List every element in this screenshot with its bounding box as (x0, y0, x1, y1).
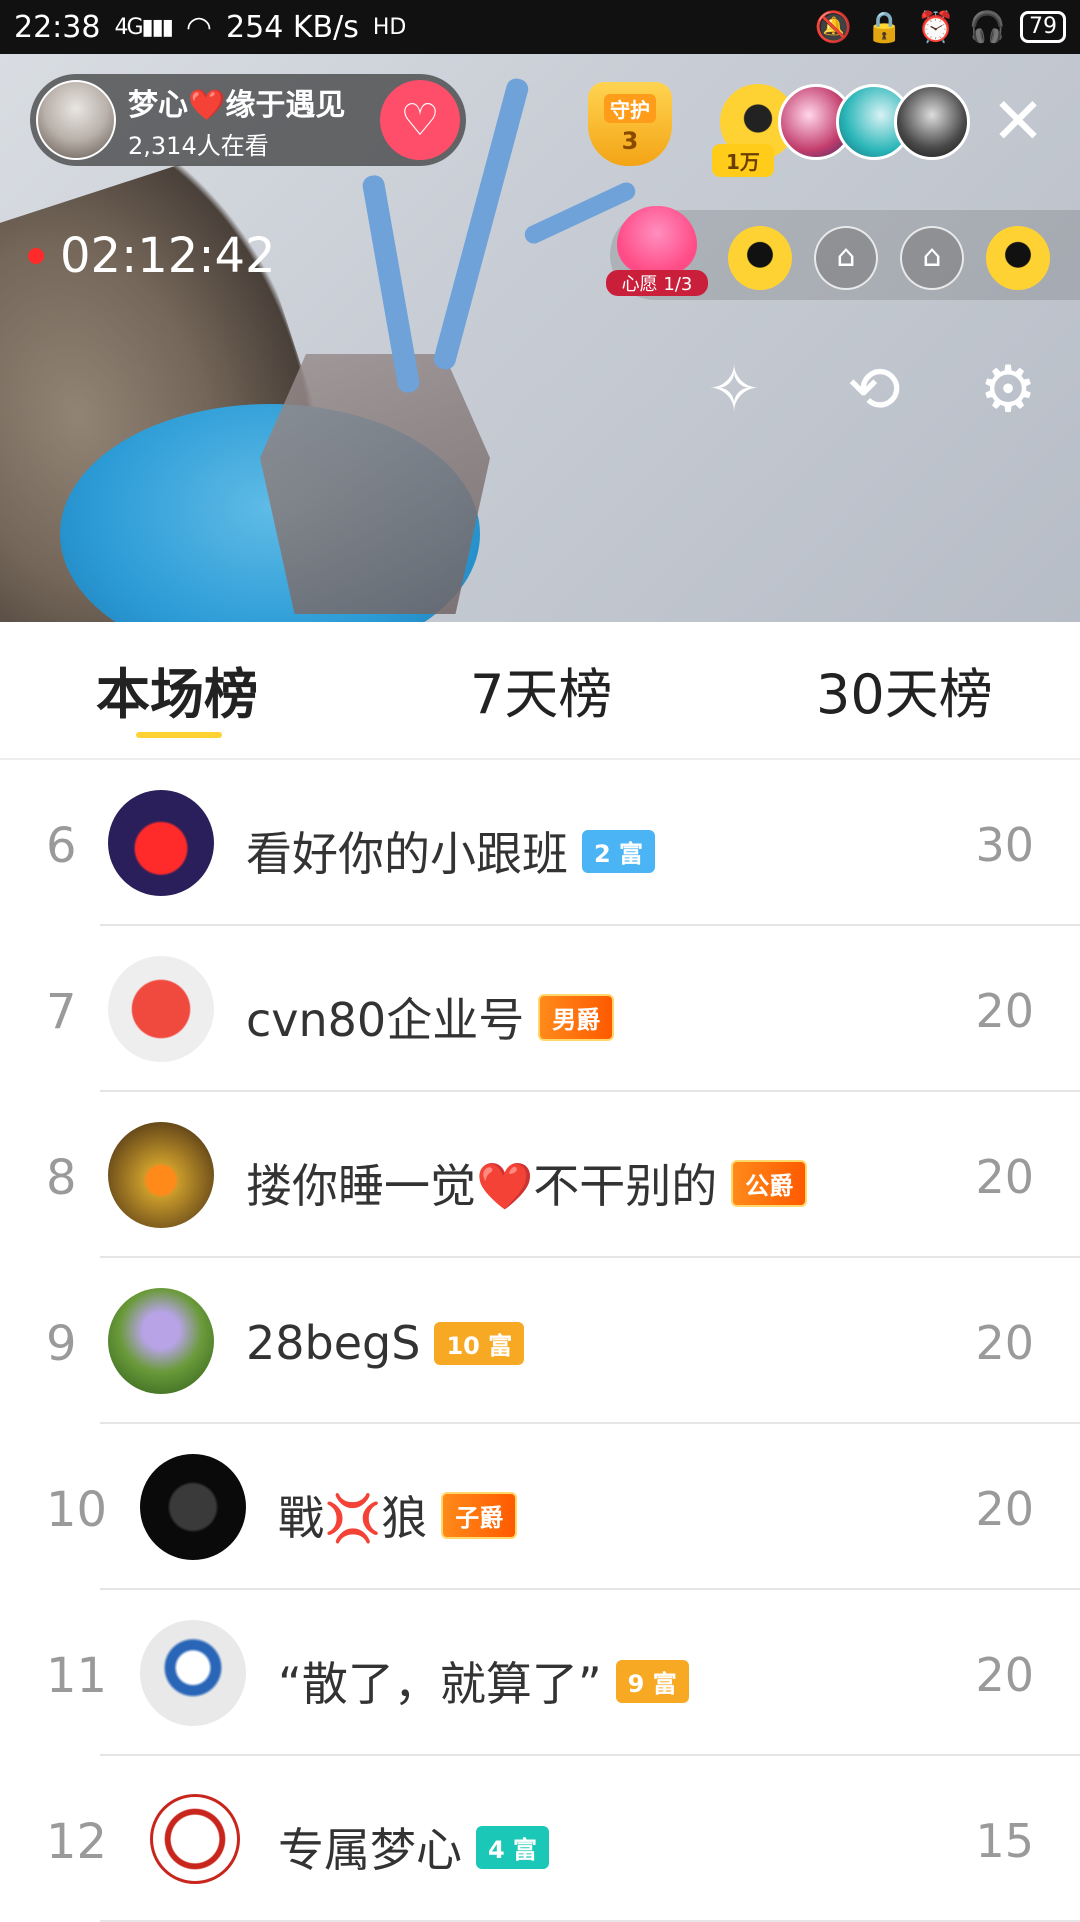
list-item[interactable]: 10 戰💢狼 子爵 20 (0, 1424, 1080, 1590)
rich-badge: 10 富 (434, 1321, 525, 1365)
rich-badge: 4 富 (476, 1825, 550, 1869)
score: 20 (975, 1482, 1034, 1536)
magic-wand-icon[interactable]: ✧ (696, 352, 772, 428)
score: 30 (975, 818, 1034, 872)
user-name: 看好你的小跟班 (246, 827, 568, 881)
rich-badge: 9 富 (615, 1659, 689, 1703)
score: 20 (975, 1150, 1034, 1204)
top-user-tag: 1万 (712, 144, 774, 177)
rich-badge: 2 富 (582, 829, 656, 873)
list-item[interactable]: 9 28begS 10 富 20 (0, 1258, 1080, 1424)
score: 20 (975, 1648, 1034, 1702)
heart-icon (617, 206, 697, 274)
signal-icon: 4G▮▮▮ (114, 14, 173, 40)
avatar[interactable] (108, 1122, 214, 1228)
user-name-line: 看好你的小跟班 2 富 (246, 818, 656, 884)
score: 20 (975, 984, 1034, 1038)
headphones-icon: 🎧 (968, 9, 1006, 45)
status-time: 22:38 (14, 9, 101, 45)
network-speed: 254 KB/s (226, 9, 359, 45)
list-item[interactable]: 11 “散了，就算了” 9 富 20 (0, 1590, 1080, 1756)
user-name: 戰💢狼 (278, 1491, 428, 1545)
user-name-line: “散了，就算了” 9 富 (278, 1648, 689, 1714)
user-name: 28begS (246, 1316, 421, 1370)
anchor-name: 梦心❤️缘于遇见 (128, 87, 346, 123)
user-name-line: 28begS 10 富 (246, 1316, 525, 1370)
timer-text: 02:12:42 (60, 228, 276, 284)
heart-plus-icon: ♡ (400, 94, 440, 146)
anchor-avatar[interactable] (36, 80, 116, 160)
user-name-line: cvn80企业号 男爵 (246, 984, 615, 1050)
list-item[interactable]: 6 看好你的小跟班 2 富 30 (0, 760, 1080, 926)
live-video[interactable]: 梦心❤️缘于遇见 2,314人在看 ♡ 守护 3 1万 ✕ 02:12:42 心… (0, 54, 1080, 622)
rank-number: 6 (46, 818, 77, 874)
avatar[interactable] (108, 956, 214, 1062)
user-name-line: 专属梦心 4 富 (278, 1814, 550, 1880)
user-name-line: 戰💢狼 子爵 (278, 1482, 518, 1548)
seat-user-avatar[interactable] (728, 226, 792, 290)
tab-current[interactable]: 本场榜 (96, 650, 258, 729)
sofa-icon[interactable]: ⌂ (900, 226, 964, 290)
noble-badge: 公爵 (731, 1159, 808, 1207)
wish-button[interactable]: 心愿 1/3 (606, 206, 708, 296)
user-name: “散了，就算了” (278, 1657, 602, 1711)
alarm-icon: ⏰ (917, 9, 955, 45)
battery-icon: 79 (1020, 11, 1066, 43)
avatar[interactable] (150, 1794, 240, 1884)
live-timer: 02:12:42 (28, 228, 276, 284)
user-name: cvn80企业号 (246, 993, 525, 1047)
wifi-icon: ◠ (185, 9, 213, 45)
rank-number: 8 (46, 1150, 77, 1206)
avatar[interactable] (140, 1454, 246, 1560)
noble-badge: 男爵 (538, 993, 615, 1041)
gear-icon[interactable]: ⚙ (970, 352, 1046, 428)
rank-number: 12 (46, 1814, 108, 1870)
rank-number: 11 (46, 1648, 108, 1704)
tab-7-days[interactable]: 7天榜 (470, 650, 612, 729)
user-name-line: 搂你睡一觉❤️不干别的 公爵 (246, 1150, 808, 1216)
guard-label: 守护 (604, 93, 656, 123)
list-item[interactable]: 8 搂你睡一觉❤️不干别的 公爵 20 (0, 1092, 1080, 1258)
tab-30-days[interactable]: 30天榜 (816, 650, 993, 729)
avatar[interactable] (140, 1620, 246, 1726)
status-bar: 22:38 4G▮▮▮ ◠ 254 KB/s HD 🔕 🔒 ⏰ 🎧 79 (0, 0, 1080, 54)
close-icon: ✕ (991, 85, 1045, 159)
sofa-icon[interactable]: ⌂ (814, 226, 878, 290)
user-name: 专属梦心 (278, 1823, 462, 1877)
tab-indicator (136, 732, 222, 738)
lock-icon: 🔒 (865, 9, 904, 45)
guard-count: 3 (621, 126, 639, 155)
noble-badge: 子爵 (441, 1491, 518, 1539)
score: 15 (975, 1814, 1034, 1868)
video-deer (260, 354, 490, 614)
camera-switch-icon[interactable]: ⟲ (836, 352, 912, 428)
seat-user-avatar[interactable] (986, 226, 1050, 290)
score: 20 (975, 1316, 1034, 1370)
rank-number: 10 (46, 1482, 108, 1538)
rank-number: 9 (46, 1316, 77, 1372)
guard-badge[interactable]: 守护 3 (584, 82, 676, 170)
follow-button[interactable]: ♡ (380, 80, 460, 160)
list-item[interactable]: 12 专属梦心 4 富 15 (0, 1756, 1080, 1922)
wish-label: 心愿 1/3 (606, 270, 708, 296)
viewer-count: 2,314人在看 (128, 131, 269, 160)
live-dot (28, 248, 44, 264)
close-button[interactable]: ✕ (988, 90, 1048, 154)
user-name: 搂你睡一觉❤️不干别的 (246, 1159, 718, 1213)
rank-number: 7 (46, 984, 77, 1040)
top-user-avatar[interactable] (894, 84, 970, 160)
list-item[interactable]: 7 cvn80企业号 男爵 20 (0, 926, 1080, 1092)
anchor-info-pill[interactable]: 梦心❤️缘于遇见 2,314人在看 ♡ (30, 74, 466, 166)
mute-icon: 🔕 (814, 9, 852, 45)
ranking-tabs: 本场榜 7天榜 30天榜 (0, 622, 1080, 760)
avatar[interactable] (108, 790, 214, 896)
hd-icon: HD (372, 14, 407, 40)
avatar[interactable] (108, 1288, 214, 1394)
